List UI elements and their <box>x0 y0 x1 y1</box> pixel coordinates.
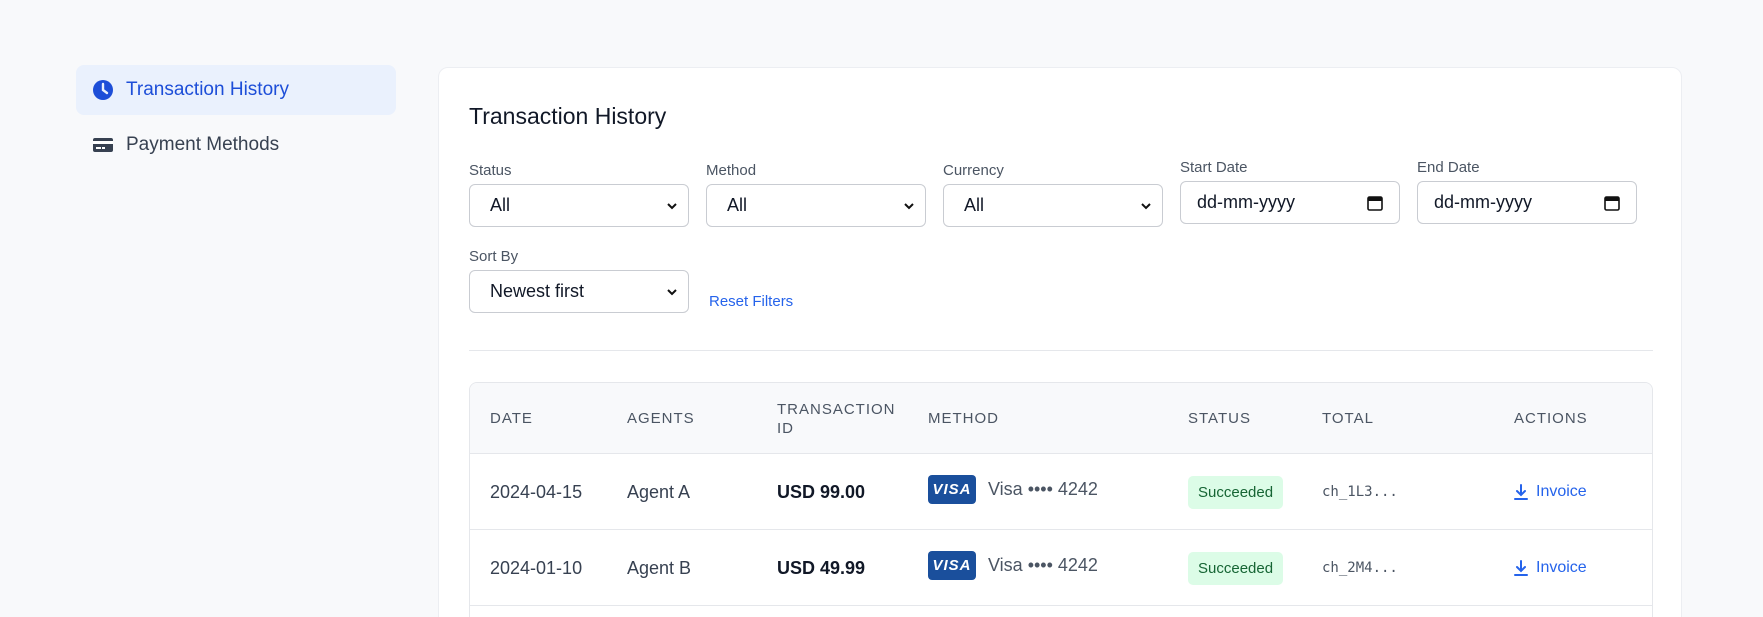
method-select-value: All <box>727 195 748 215</box>
start-date-placeholder: dd-mm-yyyy <box>1197 192 1295 212</box>
cell-amount: USD 99.00 <box>777 481 866 502</box>
column-header-actions: ACTIONS <box>1514 410 1588 427</box>
cell-status: Succeeded <box>1188 454 1284 530</box>
cell-transaction-id: ch_1L3... <box>1322 484 1398 500</box>
page: Transaction History Payment Methods Tran… <box>0 0 1763 617</box>
download-icon <box>1514 484 1528 500</box>
invoice-label: Invoice <box>1536 483 1587 500</box>
sidebar-item-payment-methods[interactable]: Payment Methods <box>76 120 396 170</box>
sidebar: Transaction History Payment Methods <box>76 65 396 175</box>
status-badge: Succeeded <box>1188 551 1284 585</box>
cell-method: VISA Visa •••• 4242 <box>928 527 1098 603</box>
calendar-icon[interactable] <box>1367 195 1383 211</box>
end-date-filter: End Date dd-mm-yyyy <box>1417 159 1637 224</box>
method-filter-label: Method <box>706 162 757 179</box>
cell-amount: USD 49.99 <box>777 557 866 578</box>
column-header-method: METHOD <box>928 410 999 427</box>
cell-actions: Invoice <box>1514 530 1587 606</box>
end-date-input[interactable]: dd-mm-yyyy <box>1417 181 1637 224</box>
column-header-agents: AGENTS <box>627 410 695 427</box>
calendar-icon[interactable] <box>1604 195 1620 211</box>
chevron-down-icon <box>667 202 677 209</box>
currency-select[interactable]: All <box>943 184 1163 227</box>
cell-date: 2024-01-10 <box>490 557 583 578</box>
sort-by-label: Sort By <box>469 248 519 265</box>
chevron-down-icon <box>667 288 677 295</box>
sidebar-item-label: Payment Methods <box>126 134 280 155</box>
status-select[interactable]: All <box>469 184 689 227</box>
chevron-down-icon <box>1141 202 1151 209</box>
cell-agent: Agent A <box>627 481 691 502</box>
chevron-down-icon <box>904 202 914 209</box>
method-select[interactable]: All <box>706 184 926 227</box>
start-date-input[interactable]: dd-mm-yyyy <box>1180 181 1400 224</box>
credit-card-icon <box>92 134 114 156</box>
status-filter-label: Status <box>469 162 512 179</box>
status-filter: Status All <box>469 162 689 227</box>
table-header: DATE AGENTS TRANSACTION ID METHOD STATUS… <box>470 383 1652 454</box>
cell-method: VISA Visa •••• 4242 <box>928 451 1098 527</box>
method-filter: Method All <box>706 162 926 227</box>
sort-by-select-value: Newest first <box>490 281 585 301</box>
currency-filter-label: Currency <box>943 162 1004 179</box>
table-row: 2024-04-15 Agent A USD 99.00 VISA Visa •… <box>470 454 1652 530</box>
table-row: 2024-01-10 Agent B USD 49.99 VISA Visa •… <box>470 530 1652 606</box>
divider <box>469 350 1653 351</box>
sidebar-item-label: Transaction History <box>126 79 289 100</box>
visa-card-icon: VISA <box>928 474 976 504</box>
currency-filter: Currency All <box>943 162 1163 227</box>
invoice-download-button[interactable]: Invoice <box>1514 483 1587 501</box>
status-select-value: All <box>490 195 511 215</box>
download-icon <box>1514 560 1528 576</box>
sidebar-item-transaction-history[interactable]: Transaction History <box>76 65 396 115</box>
start-date-filter: Start Date dd-mm-yyyy <box>1180 159 1400 224</box>
cell-transaction-id: ch_2M4... <box>1322 560 1398 576</box>
transactions-table: DATE AGENTS TRANSACTION ID METHOD STATUS… <box>469 382 1653 617</box>
currency-select-value: All <box>964 195 985 215</box>
page-title: Transaction History <box>469 103 667 129</box>
column-header-date: DATE <box>490 410 533 427</box>
sort-by-filter: Sort By Newest first <box>469 248 689 313</box>
method-text: Visa •••• 4242 <box>988 554 1098 575</box>
end-date-label: End Date <box>1417 159 1480 176</box>
reset-filters-link[interactable]: Reset Filters <box>709 293 793 310</box>
column-header-status: STATUS <box>1188 410 1251 427</box>
sort-by-select[interactable]: Newest first <box>469 270 689 313</box>
column-header-transaction-id: TRANSACTION ID <box>777 400 896 437</box>
start-date-label: Start Date <box>1180 159 1248 176</box>
transaction-history-card: Transaction History Status All Method Al… <box>438 67 1682 617</box>
cell-actions: Invoice <box>1514 454 1587 530</box>
status-badge: Succeeded <box>1188 475 1284 509</box>
method-text: Visa •••• 4242 <box>988 478 1098 499</box>
clock-icon <box>92 79 114 101</box>
column-header-total: TOTAL <box>1322 410 1374 427</box>
visa-card-icon: VISA <box>928 550 976 580</box>
invoice-label: Invoice <box>1536 559 1587 576</box>
cell-status: Succeeded <box>1188 530 1284 606</box>
end-date-placeholder: dd-mm-yyyy <box>1434 192 1532 212</box>
cell-date: 2024-04-15 <box>490 481 583 502</box>
invoice-download-button[interactable]: Invoice <box>1514 559 1587 577</box>
cell-agent: Agent B <box>627 557 692 578</box>
